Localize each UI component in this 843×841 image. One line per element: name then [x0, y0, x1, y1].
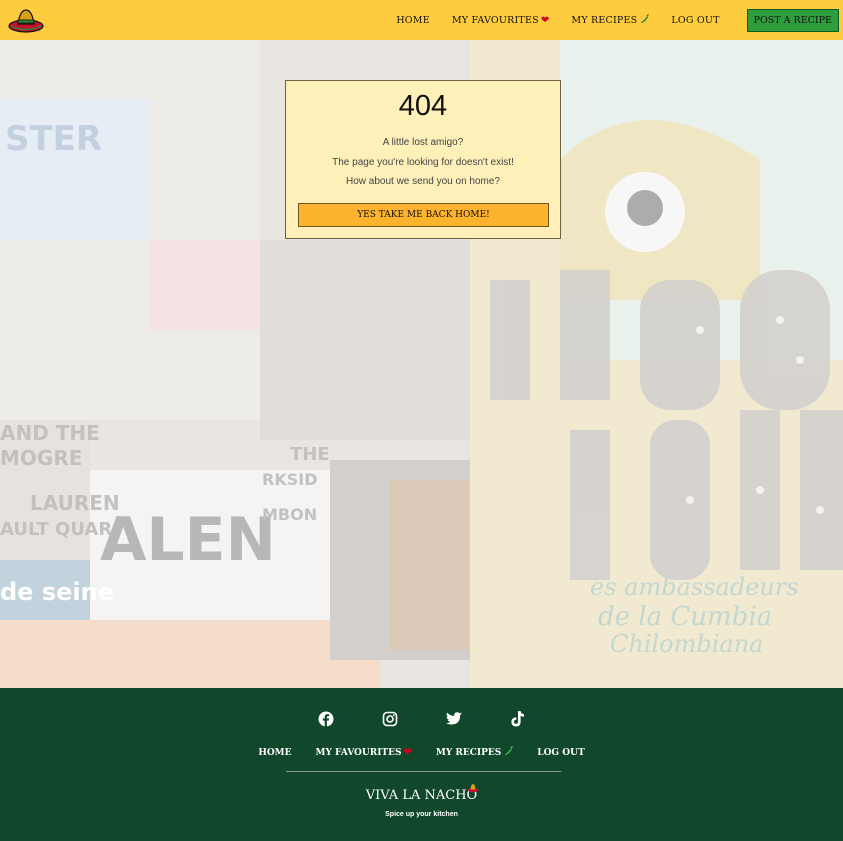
footer-favourites-link[interactable]: MY FAVOURITES ❤ [316, 746, 412, 759]
nav-logout-label: LOG OUT [671, 14, 720, 26]
social-links [0, 710, 843, 728]
footer-logout-link[interactable]: LOG OUT [537, 746, 584, 759]
error-code-heading: 404 [398, 90, 448, 122]
footer-logout-label: LOG OUT [537, 747, 585, 758]
nav-home-link[interactable]: HOME [396, 15, 430, 26]
nav-recipes-link[interactable]: MY RECIPES [571, 13, 650, 27]
facebook-icon[interactable] [317, 710, 335, 728]
back-home-button[interactable]: YES TAKE ME BACK HOME! [298, 203, 549, 227]
error-line-3: How about we send you on home? [346, 176, 500, 187]
footer-tagline: Spice up your kitchen [385, 811, 458, 818]
nav-favourites-label: MY FAVOURITES [451, 14, 539, 26]
footer-home-label: HOME [258, 747, 292, 758]
tiktok-icon[interactable] [509, 710, 527, 728]
chili-pepper-icon [639, 13, 650, 27]
error-card: 404 A little lost amigo? The page you're… [285, 80, 561, 239]
nav-recipes-label: MY RECIPES [571, 14, 638, 26]
footer-links: HOME MY FAVOURITES ❤ MY RECIPES LOG OUT [0, 746, 843, 759]
footer-home-link[interactable]: HOME [258, 746, 291, 759]
instagram-icon[interactable] [381, 710, 399, 728]
error-line-1: A little lost amigo? [382, 137, 464, 148]
heart-icon: ❤ [403, 747, 412, 758]
footer-brand: VIVA LA NACHO [0, 784, 843, 803]
footer-divider [286, 771, 561, 772]
sombrero-logo-icon[interactable] [8, 6, 44, 34]
footer-recipes-link[interactable]: MY RECIPES [435, 746, 514, 759]
error-line-2: The page you're looking for doesn't exis… [332, 157, 514, 168]
footer-recipes-label: MY RECIPES [435, 747, 502, 758]
nav-home-label: HOME [396, 14, 430, 26]
nav-logout-link[interactable]: LOG OUT [671, 15, 719, 26]
heart-icon: ❤ [540, 14, 550, 26]
footer-favourites-label: MY FAVOURITES [315, 747, 402, 758]
footer: HOME MY FAVOURITES ❤ MY RECIPES LOG OUT V… [0, 688, 843, 841]
chili-pepper-icon [503, 746, 514, 759]
footer-brand-text: VIVA LA NACHO [365, 788, 478, 803]
post-recipe-button[interactable]: POST A RECIPE [746, 8, 839, 32]
nav-favourites-link[interactable]: MY FAVOURITES ❤ [452, 15, 550, 26]
navbar: HOME MY FAVOURITES ❤ MY RECIPES LOG OUT P… [0, 0, 843, 40]
twitter-icon[interactable] [445, 710, 463, 728]
nav-links: HOME MY FAVOURITES ❤ MY RECIPES LOG OUT P… [385, 0, 839, 40]
